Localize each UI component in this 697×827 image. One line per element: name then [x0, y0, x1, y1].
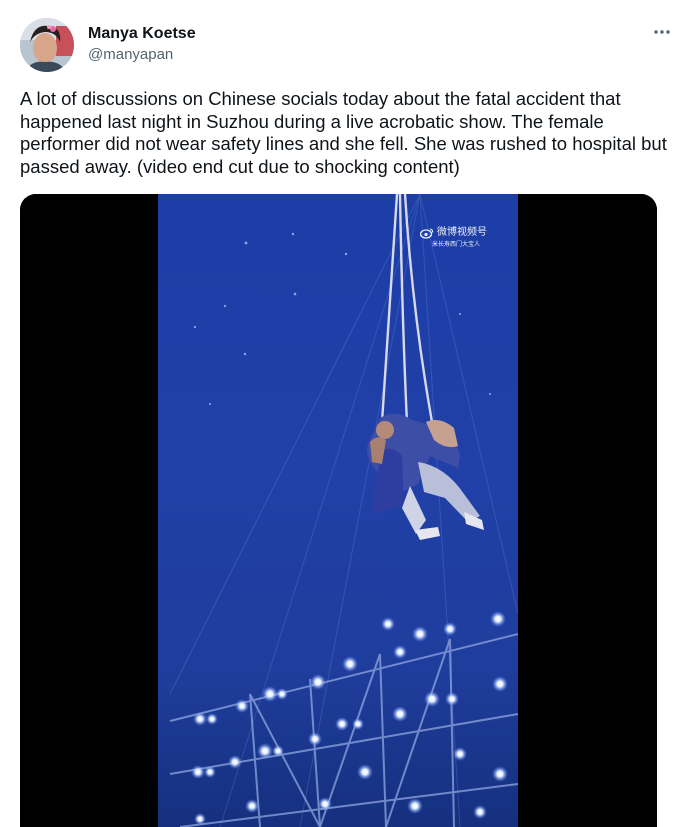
author-handle[interactable]: @manyapan: [88, 45, 196, 65]
video-watermark: 微博视频号 米长寿西门大宝人: [420, 227, 487, 248]
avatar-image: [20, 18, 74, 72]
author-block: Manya Koetse @manyapan: [88, 24, 196, 65]
watermark-subtext: 米长寿西门大宝人: [432, 241, 481, 248]
watermark-text: 微博视频号: [437, 227, 487, 238]
author-display-name[interactable]: Manya Koetse: [88, 24, 196, 44]
avatar[interactable]: [20, 18, 74, 72]
more-options-button[interactable]: [645, 20, 679, 44]
tweet-text: A lot of discussions on Chinese socials …: [20, 88, 667, 177]
tweet-card: Manya Koetse @manyapan A lot of discussi…: [0, 0, 697, 827]
more-horizontal-icon: [654, 30, 670, 34]
video-player[interactable]: 微博视频号 米长寿西门大宝人: [20, 194, 657, 827]
tweet-header: Manya Koetse @manyapan: [20, 14, 681, 74]
weibo-logo-icon: [420, 228, 434, 239]
video-frame: [20, 194, 657, 827]
